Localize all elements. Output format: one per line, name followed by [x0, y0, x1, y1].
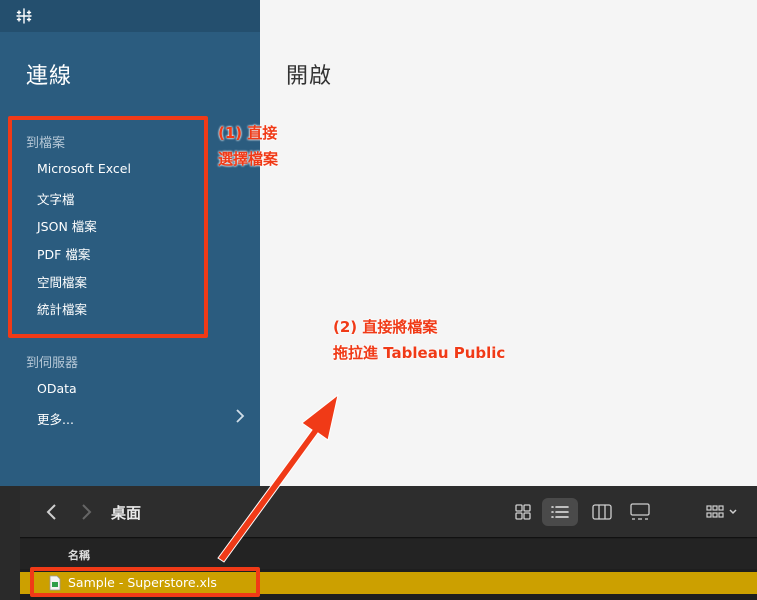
annotation-note-2-line-1: (2) 直接將檔案 [333, 318, 438, 336]
chevron-right-icon[interactable] [78, 502, 94, 522]
sidebar-item-odata[interactable]: OData [37, 381, 77, 396]
group-options-icon [706, 505, 737, 518]
grid-view-icon [515, 504, 531, 520]
gallery-view-button[interactable] [622, 498, 658, 526]
grid-view-button[interactable] [505, 498, 541, 526]
column-header: 名稱 [20, 539, 757, 569]
list-view-button[interactable] [542, 498, 578, 526]
sidebar-item-more-label: 更多... [37, 412, 74, 427]
annotation-note-1: (1) 直接 選擇檔案 [218, 120, 278, 172]
column-header-name[interactable]: 名稱 [68, 547, 90, 563]
open-title: 開啟 [286, 64, 333, 89]
open-panel: 開啟 [260, 0, 757, 486]
group-options-button[interactable] [700, 498, 746, 526]
server-section-label: 到伺服器 [26, 356, 79, 371]
sidebar-item-more[interactable]: 更多... [0, 400, 260, 432]
annotation-file-row-box [30, 567, 260, 597]
folder-title: 桌面 [111, 504, 142, 522]
finder-sidebar-edge [0, 486, 20, 600]
gallery-view-icon [630, 503, 650, 520]
annotation-note-1-line-2: 選擇檔案 [218, 150, 279, 168]
annotation-note-2-line-2: 拖拉進 Tableau Public [333, 344, 506, 362]
chevron-left-icon[interactable] [44, 502, 60, 522]
list-view-icon [551, 506, 569, 518]
sidebar-title: 連線 [26, 64, 73, 89]
tableau-logo-icon[interactable] [14, 6, 34, 26]
column-view-button[interactable] [584, 498, 620, 526]
column-view-icon [592, 504, 612, 520]
chevron-right-icon [236, 409, 245, 423]
finder-toolbar: 桌面 [20, 486, 757, 538]
screen: 連線 到檔案 Microsoft Excel 文字檔 JSON 檔案 PDF 檔… [0, 0, 757, 600]
annotation-note-1-line-1: (1) 直接 [218, 124, 278, 142]
annotation-file-box [8, 116, 208, 338]
annotation-note-2: (2) 直接將檔案 拖拉進 Tableau Public [333, 314, 505, 366]
sidebar-topbar [0, 0, 260, 32]
